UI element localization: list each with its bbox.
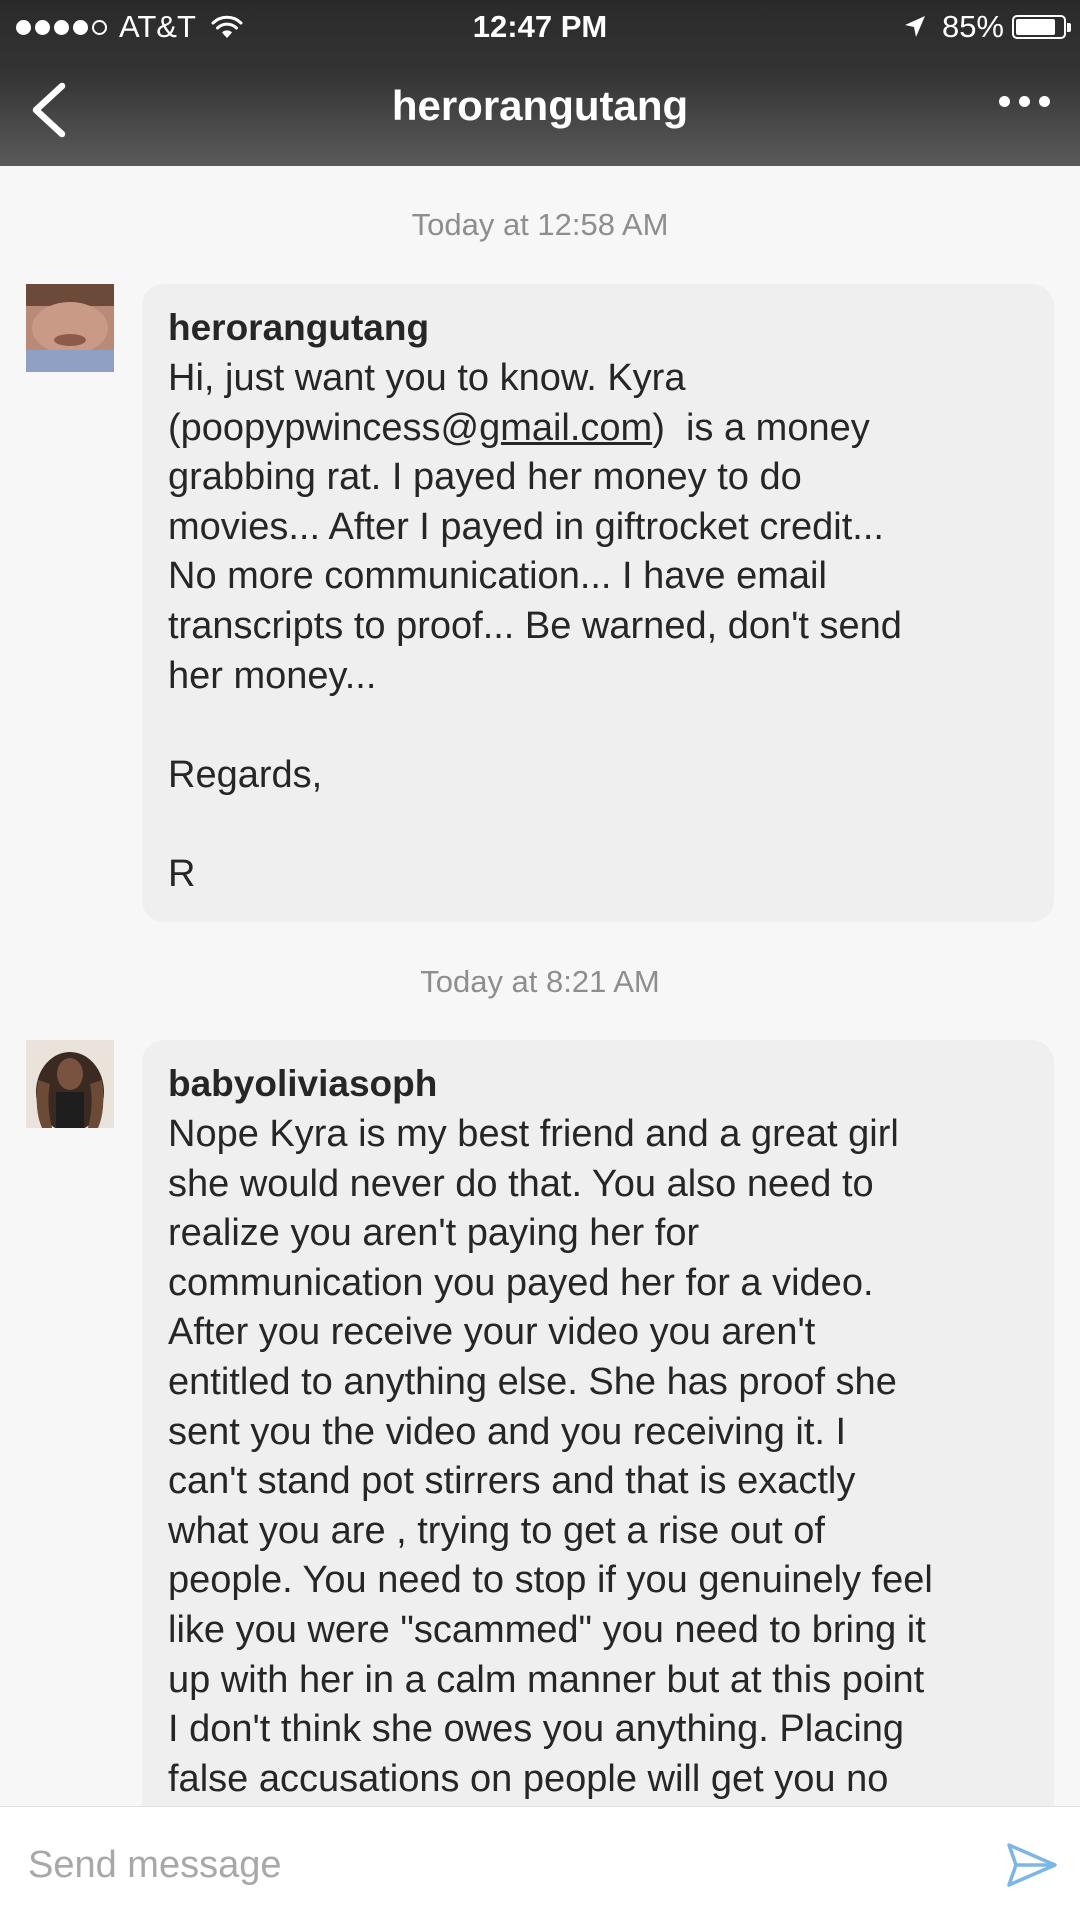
battery-percent: 85%	[941, 9, 1004, 44]
top-bar: AT&T 12:47 PM 85% herorangutang	[0, 0, 1080, 166]
message-sender[interactable]: herorangutang	[168, 306, 1026, 350]
send-message-input[interactable]	[26, 1829, 930, 1901]
message-bubble: babyoliviasoph Nope Kyra is my best frie…	[142, 1040, 1054, 1860]
message-text-part: ) is a money grabbing rat. I payed her m…	[168, 406, 902, 895]
send-icon[interactable]	[1006, 1841, 1058, 1889]
conversation-title: herorangutang	[391, 82, 689, 129]
message-timestamp: Today at 8:21 AM	[420, 964, 660, 999]
status-right: 85%	[902, 9, 1071, 45]
avatar-herorangutang[interactable]	[26, 284, 114, 372]
message-timestamp: Today at 12:58 AM	[411, 207, 669, 242]
message-composer	[0, 1806, 1080, 1921]
message-bubble: herorangutang Hi, just want you to know.…	[142, 284, 1054, 922]
battery-level-fill	[1016, 19, 1056, 35]
email-link[interactable]: gmail.com	[479, 407, 652, 449]
message-sender[interactable]: babyoliviasoph	[168, 1062, 1026, 1106]
status-bar: AT&T 12:47 PM 85%	[0, 0, 1080, 54]
more-options-icon[interactable]	[990, 96, 1050, 107]
message-text: Hi, just want you to know. Kyra (poopypw…	[168, 354, 1026, 900]
location-arrow-icon	[904, 16, 925, 37]
battery-icon	[1012, 15, 1071, 39]
message-text: Nope Kyra is my best friend and a great …	[168, 1113, 933, 1800]
avatar-babyoliviasoph[interactable]	[26, 1040, 114, 1128]
